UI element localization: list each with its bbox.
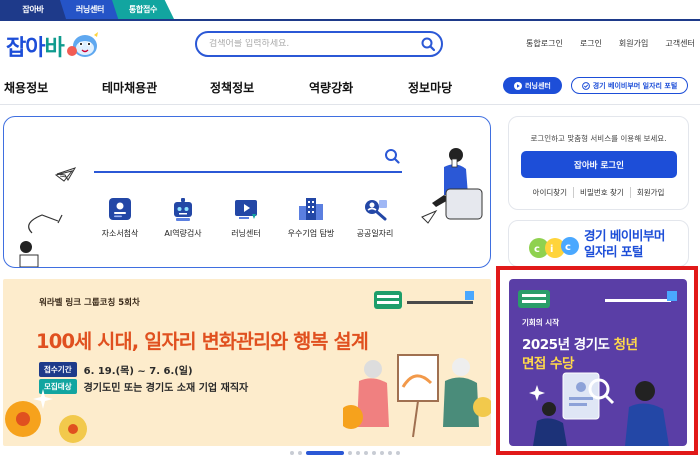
service-public-jobs-label: 공공일자리 (356, 229, 394, 238)
site-logo[interactable]: 잡아바 (6, 30, 102, 62)
pagination-dot-active[interactable] (306, 451, 344, 455)
gnb-item-theme-hiring[interactable]: 테마채용관 (102, 79, 157, 96)
header-search (195, 31, 443, 57)
ad-subtitle: 기회의 시작 (522, 318, 560, 327)
gyeonggi-ad-logo-icon (518, 290, 677, 308)
couple-painting-illustration (343, 354, 491, 438)
ad-title-youth: 청년 (613, 337, 638, 353)
service-learning-center[interactable]: 러닝센터 (216, 196, 276, 239)
portal-card-line2: 일자리 포털 (584, 244, 643, 259)
util-link-login[interactable]: 로그인 (580, 38, 602, 49)
interview-illustration (529, 372, 669, 446)
banner-period: 6. 19.(목) ~ 7. 6.(일) (83, 366, 193, 377)
login-message: 로그인하고 맞춤형 서비스를 이용해 보세요. (530, 134, 667, 143)
babyboomer-portal-label: 경기 베이비부머 일자리 포털 (592, 81, 678, 90)
ai-robot-icon (174, 198, 192, 221)
ad-title-line1: 2025년 경기도 청년 (522, 333, 638, 353)
logo-wordmark: 잡아바 (6, 30, 65, 62)
login-signup-link[interactable]: 회원가입 (629, 187, 671, 198)
service-public-jobs[interactable]: 공공일자리 (345, 196, 405, 239)
service-resume-review[interactable]: 자소서첨삭 (90, 196, 150, 239)
util-link-signup[interactable]: 회원가입 (619, 38, 648, 49)
pagination-dot[interactable] (372, 451, 376, 455)
banner-pagination (290, 451, 400, 455)
babyboomer-portal-card[interactable]: c i c 경기 베이비부머 일자리 포털 (508, 220, 689, 267)
gnb-item-jobs[interactable]: 채용정보 (4, 79, 48, 96)
gnb-divider (0, 104, 700, 105)
coaching-banner[interactable]: 워라벨 링크 그룹코칭 5회차 100세 시대, 일자리 변화관리와 행복 설계… (3, 279, 491, 446)
babyboomer-portal-button[interactable]: 경기 베이비부머 일자리 포털 (571, 77, 688, 94)
pagination-dot[interactable] (348, 451, 352, 455)
service-company-visit[interactable]: 우수기업 탐방 (281, 196, 341, 239)
util-link-integrated-login[interactable]: 통합로그인 (526, 38, 563, 49)
learning-center-label: 러닝센터 (525, 81, 551, 90)
util-link-customer-center[interactable]: 고객센터 (665, 38, 694, 49)
jobaba-login-button[interactable]: 잡아바 로그인 (521, 151, 677, 178)
pagination-dot[interactable] (290, 451, 294, 455)
gnb-item-capacity[interactable]: 역량강화 (309, 79, 353, 96)
service-ai-assessment-label: AI역량검사 (164, 229, 202, 238)
svg-text:c: c (534, 244, 540, 255)
gyeonggi-logo-icon (374, 291, 474, 309)
site-tab-learning-center[interactable]: 러닝센터 (60, 0, 120, 19)
pagination-dot[interactable] (364, 451, 368, 455)
gnb-item-policy[interactable]: 정책정보 (210, 79, 254, 96)
pagination-dot[interactable] (388, 451, 392, 455)
ad-title-year: 2025년 경기도 (522, 337, 614, 353)
banner-title: 100세 시대, 일자리 변화관리와 행복 설계 (36, 330, 369, 353)
pagination-dot[interactable] (396, 451, 400, 455)
site-tab-integrated-apply[interactable]: 통합접수 (112, 0, 174, 19)
flower-decoration-left (5, 389, 87, 443)
youth-interview-allowance-ad[interactable]: 기회의 시작 2025년 경기도 청년 면접 수당 (509, 279, 687, 446)
public-job-search-icon (365, 200, 387, 221)
pagination-dot[interactable] (356, 451, 360, 455)
play-icon (514, 81, 523, 90)
pagination-dot[interactable] (380, 451, 384, 455)
service-resume-review-label: 자소서첨삭 (101, 229, 139, 238)
pagination-dot[interactable] (298, 451, 302, 455)
banner-period-row: 접수기간 6. 19.(목) ~ 7. 6.(일) (39, 362, 193, 377)
paper-plane-icon (56, 167, 76, 181)
service-search-card (3, 116, 491, 268)
service-company-visit-label: 우수기업 탐방 (287, 229, 335, 238)
site-tab-jobaba[interactable]: 잡아바 (0, 0, 66, 19)
service-search-underline (94, 171, 402, 173)
video-learning-icon (235, 200, 257, 219)
service-learning-center-label: 러닝센터 (231, 229, 261, 238)
portal-logo-icon: c i c (529, 237, 579, 258)
learning-center-button[interactable]: 러닝센터 (503, 77, 562, 94)
portal-card-line1: 경기 베이비부머 (584, 228, 665, 243)
utility-links: 통합로그인 로그인 회원가입 고객센터 (526, 38, 700, 49)
header-search-button[interactable] (415, 33, 441, 55)
find-password-link[interactable]: 비밀번호 찾기 (573, 187, 630, 198)
svg-text:c: c (565, 242, 571, 253)
header-search-input[interactable] (209, 39, 415, 49)
logo-text-b: 바 (44, 36, 64, 61)
search-icon (421, 37, 435, 51)
service-ai-assessment[interactable]: AI역량검사 (153, 196, 213, 239)
banner-subtitle: 워라벨 링크 그룹코칭 5회차 (39, 298, 140, 308)
login-links: 아이디찾기 비밀번호 찾기 회원가입 (509, 187, 688, 198)
logo-text-a: 잡아 (6, 36, 45, 61)
resume-icon (109, 198, 131, 220)
service-search-icon[interactable] (384, 148, 400, 164)
company-building-icon (299, 198, 323, 220)
gnb-item-info[interactable]: 정보마당 (408, 79, 452, 96)
find-id-link[interactable]: 아이디찾기 (527, 187, 574, 198)
banner-period-tag: 접수기간 (39, 362, 77, 377)
login-card: 로그인하고 맞춤형 서비스를 이용해 보세요. 잡아바 로그인 아이디찾기 비밀… (508, 116, 689, 210)
top-tab-divider (0, 19, 700, 21)
check-circle-icon (581, 81, 590, 90)
svg-text:i: i (550, 244, 553, 255)
banner-target: 경기도민 또는 경기도 소재 기업 재직자 (83, 383, 249, 394)
mascot-icon (66, 32, 98, 57)
man-with-phone-illustration (421, 148, 483, 224)
